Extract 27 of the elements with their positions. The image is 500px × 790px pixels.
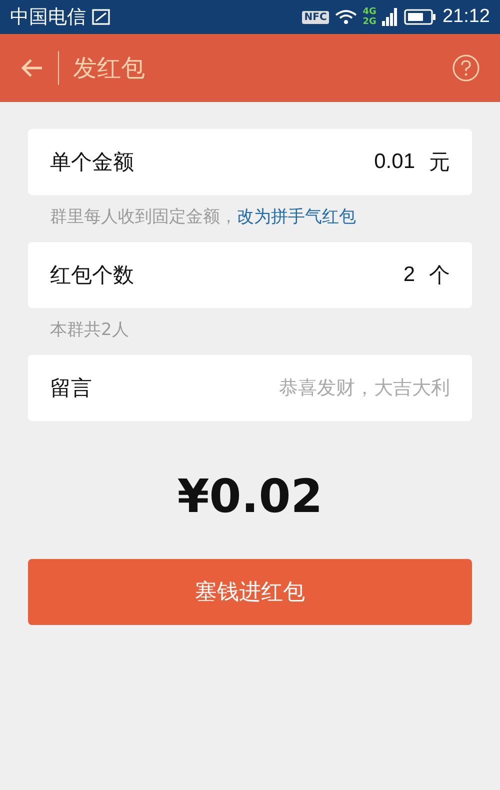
carrier-name: 中国电信 <box>10 5 86 30</box>
wifi-icon <box>334 9 357 25</box>
field-label: 单个金额 <box>50 149 135 176</box>
field-label: 红包个数 <box>50 262 135 289</box>
back-arrow-icon[interactable] <box>20 58 44 78</box>
image-icon <box>92 9 110 25</box>
field-label: 留言 <box>50 375 93 402</box>
page-title: 发红包 <box>73 53 145 84</box>
nfc-indicator: NFC <box>302 10 329 24</box>
unit-label: 个 <box>429 262 450 289</box>
message-input[interactable]: 恭喜发财，大吉大利 <box>210 377 450 399</box>
total-amount: ¥0.02 <box>176 469 324 523</box>
field-value: 2 <box>403 263 415 287</box>
hint-text: 群里每人收到固定金额， <box>50 207 237 227</box>
hint-text: 本群共2人 <box>50 320 129 340</box>
unit-label: 元 <box>429 149 450 176</box>
signal-icon <box>382 7 398 27</box>
form-row[interactable]: 红包个数 2 个 <box>28 242 472 308</box>
field-value: 0.01 <box>374 150 415 174</box>
battery-icon <box>404 9 436 25</box>
switch-type-link[interactable]: 改为拼手气红包 <box>237 207 356 227</box>
help-icon[interactable] <box>452 54 480 82</box>
form-row[interactable]: 留言 恭喜发财，大吉大利 <box>28 355 472 421</box>
form-row[interactable]: 单个金额 0.01 元 <box>28 129 472 195</box>
network-label: 4G <box>362 7 376 17</box>
network-label: 2G <box>362 17 376 27</box>
clock: 21:12 <box>442 6 490 28</box>
